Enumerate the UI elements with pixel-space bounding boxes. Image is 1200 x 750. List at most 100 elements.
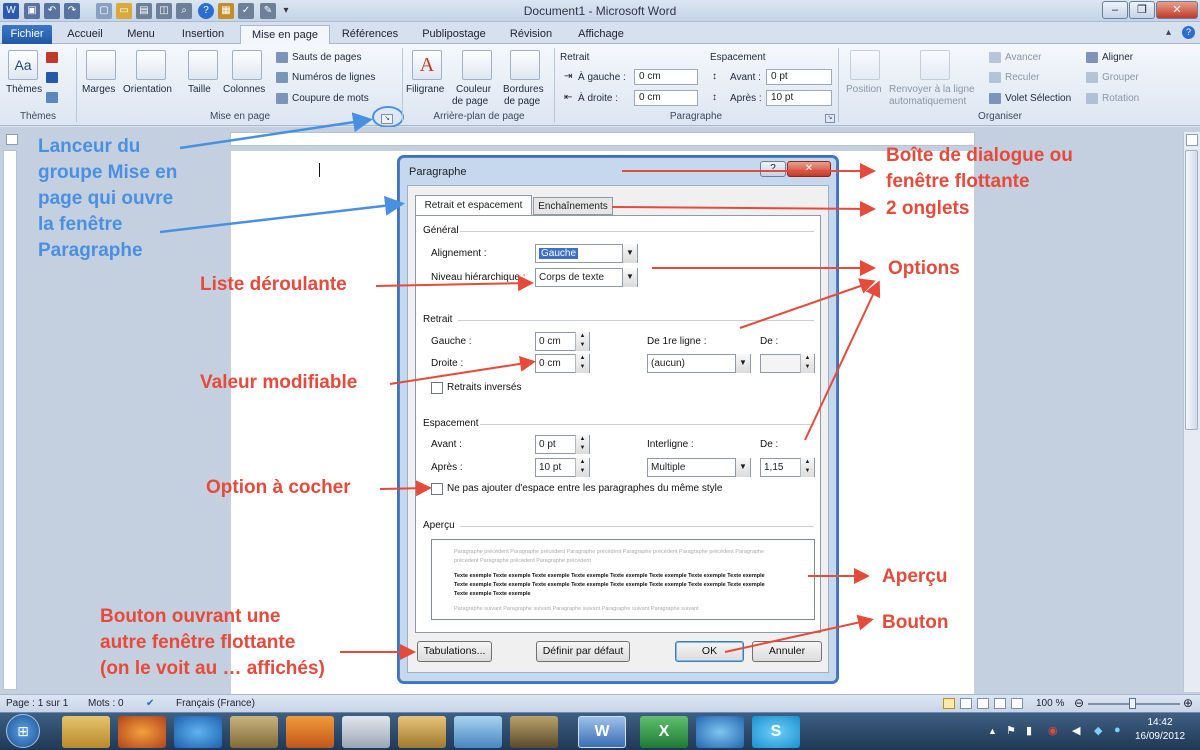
close-button[interactable]: ✕ bbox=[1156, 1, 1198, 19]
outline-icon[interactable] bbox=[994, 698, 1006, 709]
firefox-icon[interactable] bbox=[118, 716, 166, 748]
dialog-help-button[interactable]: ? bbox=[760, 161, 786, 177]
wrap-text-icon[interactable] bbox=[920, 50, 950, 80]
avancer-button[interactable]: Avancer bbox=[1005, 52, 1042, 63]
zoom-slider-thumb[interactable] bbox=[1129, 698, 1136, 709]
dialog-close-button[interactable]: ✕ bbox=[787, 161, 831, 177]
ruler-toggle-icon[interactable] bbox=[1186, 134, 1198, 146]
chevron-down-icon[interactable]: ▼ bbox=[735, 458, 750, 477]
word-taskbar-icon[interactable]: W bbox=[578, 716, 626, 748]
spinner-icon[interactable]: ▲ ▼ bbox=[575, 332, 589, 351]
tab-publipostage[interactable]: Publipostage bbox=[412, 25, 496, 44]
tray-expand-icon[interactable]: ▲ bbox=[988, 726, 997, 736]
tab-revision[interactable]: Révision bbox=[502, 25, 560, 44]
zoom-out-icon[interactable]: ⊖ bbox=[1074, 695, 1084, 712]
notes-icon[interactable] bbox=[454, 716, 502, 748]
position-icon[interactable] bbox=[850, 50, 880, 80]
watermark-icon[interactable]: A bbox=[412, 50, 442, 80]
gimp-icon[interactable] bbox=[510, 716, 558, 748]
volume-icon[interactable]: ◀ bbox=[1072, 724, 1080, 737]
action-center-icon[interactable]: ⚑ bbox=[1006, 724, 1016, 737]
spinner-icon[interactable]: ▲ ▼ bbox=[800, 354, 814, 373]
margins-icon[interactable] bbox=[86, 50, 116, 80]
explorer-icon[interactable] bbox=[62, 716, 110, 748]
tab-accueil[interactable]: Accueil bbox=[58, 25, 112, 44]
spinner-icon[interactable]: ▲ ▼ bbox=[575, 458, 589, 477]
excel-icon[interactable]: X bbox=[640, 716, 688, 748]
position-button[interactable]: Position bbox=[846, 84, 882, 95]
renvoyer-label1[interactable]: Renvoyer à la ligne bbox=[889, 84, 975, 95]
themes-icon[interactable]: Aa bbox=[8, 50, 38, 80]
bordures-de-page-label1[interactable]: Bordures bbox=[503, 84, 544, 95]
chevron-down-icon[interactable]: ▼ bbox=[622, 244, 637, 263]
page-color-icon[interactable] bbox=[462, 50, 492, 80]
maximize-button[interactable]: ❐ bbox=[1129, 1, 1155, 19]
tabulations-button[interactable]: Tabulations... bbox=[417, 641, 492, 662]
sauts-de-pages-button[interactable]: Sauts de pages bbox=[292, 52, 362, 63]
theme-effects-icon[interactable] bbox=[46, 92, 58, 103]
espacement-avant-input[interactable]: 0 pt bbox=[766, 69, 832, 85]
network-icon[interactable]: ▮ bbox=[1026, 724, 1032, 737]
page-borders-icon[interactable] bbox=[510, 50, 540, 80]
pictures-icon[interactable] bbox=[230, 716, 278, 748]
spinner-icon[interactable]: ▲ ▼ bbox=[575, 435, 589, 454]
aligner-button[interactable]: Aligner bbox=[1102, 52, 1133, 63]
zoom-in-icon[interactable]: ⊕ bbox=[1183, 695, 1193, 712]
marges-button[interactable]: Marges bbox=[82, 84, 115, 95]
definir-par-defaut-button[interactable]: Définir par défaut bbox=[536, 641, 630, 662]
horizontal-ruler[interactable] bbox=[230, 132, 975, 146]
coupure-de-mots-button[interactable]: Coupure de mots bbox=[292, 93, 369, 104]
colonnes-button[interactable]: Colonnes bbox=[223, 84, 265, 95]
skype-tray-icon[interactable]: ● bbox=[1114, 724, 1121, 736]
espacement-apres-input[interactable]: 10 pt bbox=[766, 90, 832, 106]
proofing-icon[interactable]: ✔ bbox=[146, 695, 154, 712]
print-layout-icon[interactable] bbox=[943, 698, 955, 709]
start-button[interactable]: ⊞ bbox=[6, 714, 40, 748]
skype-icon[interactable]: S bbox=[752, 716, 800, 748]
tab-references[interactable]: Références bbox=[334, 25, 406, 44]
reculer-button[interactable]: Reculer bbox=[1005, 72, 1039, 83]
rotation-button[interactable]: Rotation bbox=[1102, 93, 1139, 104]
renvoyer-label2[interactable]: automatiquement bbox=[889, 96, 966, 107]
collapse-ribbon-icon[interactable]: ▴ bbox=[1166, 27, 1171, 38]
clock-time[interactable]: 14:42 bbox=[1136, 717, 1184, 728]
vertical-ruler[interactable] bbox=[3, 150, 17, 690]
tab-menu[interactable]: Menu bbox=[118, 25, 164, 44]
bordures-de-page-label2[interactable]: de page bbox=[504, 96, 540, 107]
tab-selector-icon[interactable] bbox=[6, 134, 18, 145]
spinner-icon[interactable]: ▲ ▼ bbox=[575, 354, 589, 373]
orientation-button[interactable]: Orientation bbox=[123, 84, 172, 95]
internet-explorer-icon[interactable] bbox=[174, 716, 222, 748]
page-count[interactable]: Page : 1 sur 1 bbox=[6, 695, 68, 712]
filigrane-button[interactable]: Filigrane bbox=[406, 84, 444, 95]
tab-insertion[interactable]: Insertion bbox=[172, 25, 234, 44]
clock-date[interactable]: 16/09/2012 bbox=[1124, 731, 1196, 742]
media-player-icon[interactable] bbox=[286, 716, 334, 748]
paint-icon[interactable] bbox=[398, 716, 446, 748]
couleur-de-page-label1[interactable]: Couleur bbox=[456, 84, 491, 95]
grouper-button[interactable]: Grouper bbox=[1102, 72, 1139, 83]
orientation-icon[interactable] bbox=[136, 50, 166, 80]
theme-colors-icon[interactable] bbox=[46, 52, 58, 63]
chevron-down-icon[interactable]: ▼ bbox=[735, 354, 750, 373]
spinner-icon[interactable]: ▲ ▼ bbox=[800, 458, 814, 477]
antivirus-icon[interactable]: ◉ bbox=[1048, 724, 1058, 737]
tab-enchainements[interactable]: Enchaînements bbox=[533, 197, 613, 215]
retrait-gauche-input[interactable]: 0 cm bbox=[634, 69, 698, 85]
ok-button[interactable]: OK bbox=[675, 641, 744, 662]
scrollbar-thumb[interactable] bbox=[1185, 150, 1198, 430]
volet-selection-button[interactable]: Volet Sélection bbox=[1005, 93, 1071, 104]
help-icon[interactable]: ? bbox=[1182, 26, 1195, 39]
retraits-inverses-checkbox[interactable] bbox=[431, 382, 443, 394]
web-layout-icon[interactable] bbox=[977, 698, 989, 709]
couleur-de-page-label2[interactable]: de page bbox=[452, 96, 488, 107]
minimize-button[interactable]: ‒ bbox=[1102, 1, 1128, 19]
retrait-droite-input[interactable]: 0 cm bbox=[634, 90, 698, 106]
chevron-down-icon[interactable]: ▼ bbox=[622, 268, 637, 287]
snipping-tool-icon[interactable] bbox=[342, 716, 390, 748]
tab-affichage[interactable]: Affichage bbox=[566, 25, 636, 44]
dropbox-icon[interactable]: ◆ bbox=[1094, 724, 1102, 737]
zoom-level[interactable]: 100 % bbox=[1036, 695, 1064, 712]
taille-button[interactable]: Taille bbox=[188, 84, 211, 95]
thunderbird-icon[interactable] bbox=[696, 716, 744, 748]
